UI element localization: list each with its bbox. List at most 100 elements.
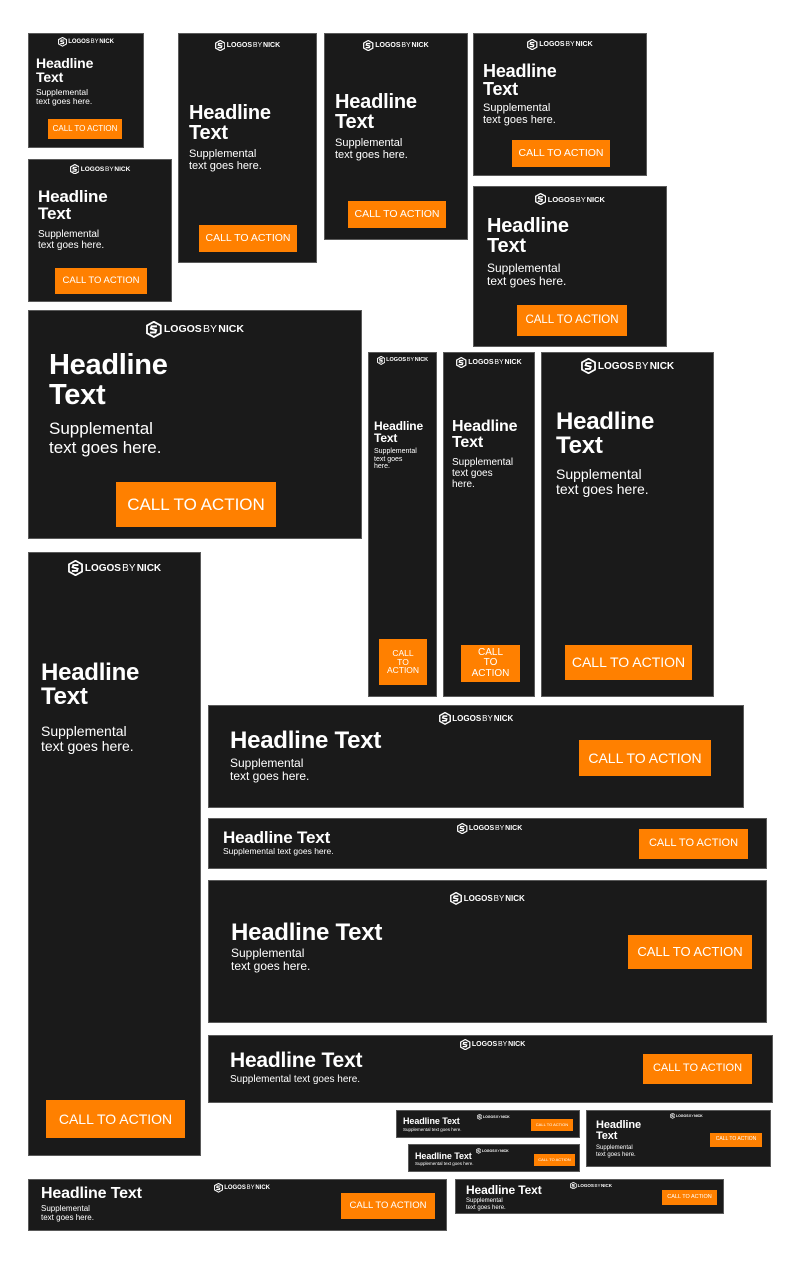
ad-banner-92x345: LOGOS BY NICK Headline Text Supplemental tex… bbox=[443, 352, 535, 697]
headline: Headline Text bbox=[41, 1185, 142, 1202]
call-to-action-button[interactable]: CALL TO ACTION bbox=[55, 268, 147, 294]
supplemental-text: Supplemental text goes here. bbox=[483, 102, 556, 127]
logo-text-by: BY bbox=[688, 1113, 694, 1118]
ad-banner-334x229: LOGOS BY NICK Headline Text Supplemental tex… bbox=[28, 310, 362, 539]
cta-label: CALL TO ACTION bbox=[538, 1156, 571, 1162]
logo-text-logos: LOGOS bbox=[597, 360, 634, 372]
logo-text-logos: LOGOS bbox=[468, 359, 494, 367]
logo-text-nick: NICK bbox=[218, 323, 244, 336]
headline: Headline Text bbox=[41, 659, 140, 711]
logo-text-by: BY bbox=[575, 194, 586, 204]
logo-text-nick: NICK bbox=[263, 42, 281, 50]
supplemental-text: Supplemental text goes here. bbox=[49, 419, 162, 457]
headline: Headline Text bbox=[487, 215, 569, 258]
call-to-action-button[interactable]: CALL TO ACTION bbox=[512, 140, 610, 167]
cta-label: CALL TO ACTION bbox=[652, 1062, 743, 1075]
ad-banner-174x143: LOGOS BY NICK Headline Text Supplemental tex… bbox=[473, 33, 647, 176]
call-to-action-button[interactable]: CALL TO ACTION bbox=[628, 935, 752, 969]
hexagon-s-logo-icon bbox=[527, 39, 538, 51]
headline: Headline Text bbox=[596, 1119, 641, 1143]
headline: Headline Text bbox=[230, 1049, 363, 1072]
logo-text-by: BY bbox=[635, 360, 649, 372]
logo-text-nick: NICK bbox=[575, 41, 593, 49]
cta-label: CALL TO ACTION bbox=[354, 207, 440, 220]
headline: Headline Text bbox=[230, 727, 382, 754]
logo-text-logos: LOGOS bbox=[163, 323, 202, 336]
call-to-action-button[interactable]: CALL TO ACTION bbox=[710, 1133, 762, 1147]
logo-text-logos: LOGOS bbox=[226, 42, 253, 50]
hexagon-s-logo-icon bbox=[456, 357, 467, 369]
hexagon-s-logo-icon bbox=[477, 1114, 483, 1120]
logo-text-nick: NICK bbox=[99, 38, 114, 45]
ad-banner-184x28: LOGOS BY NICK Headline Text Supplemental tex… bbox=[396, 1110, 580, 1138]
call-to-action-button[interactable]: CALL TO ACTION bbox=[199, 225, 297, 252]
logo-text-by: BY bbox=[498, 1041, 508, 1049]
cta-label: CALL TO ACTION bbox=[525, 314, 619, 327]
cta-label: CALL TO ACTION bbox=[62, 275, 140, 287]
supplemental-text: Supplemental text goes here. bbox=[487, 261, 567, 289]
logo: LOGOS BY NICK bbox=[209, 892, 766, 905]
supplemental-text: Supplemental text goes here. bbox=[223, 846, 334, 856]
call-to-action-button[interactable]: CALL TO ACTION bbox=[639, 829, 748, 859]
call-to-action-button[interactable]: CALL TO ACTION bbox=[534, 1154, 575, 1166]
supplemental-text: Supplemental text goes here. bbox=[452, 457, 514, 490]
cta-label: CALL TO ACTION bbox=[205, 231, 291, 244]
ad-banner-185x57: LOGOS BY NICK Headline Text Supplemental tex… bbox=[586, 1110, 771, 1167]
supplemental-text: Supplemental text goes here. bbox=[403, 1127, 462, 1132]
cta-label: CALL TO ACTION bbox=[349, 1200, 427, 1212]
logo: LOGOS BY NICK bbox=[444, 357, 534, 369]
supplemental-text: Supplemental text goes here. bbox=[556, 466, 649, 498]
hexagon-s-logo-icon bbox=[670, 1113, 676, 1119]
hexagon-s-logo-icon bbox=[438, 712, 451, 725]
logo-text-nick: NICK bbox=[586, 194, 605, 204]
supplemental-text: Supplemental text goes here. bbox=[230, 756, 310, 784]
headline: Headline Text bbox=[49, 349, 168, 411]
logo-text-nick: NICK bbox=[414, 357, 429, 364]
hexagon-s-logo-icon bbox=[69, 164, 80, 175]
logo-text-by: BY bbox=[104, 165, 114, 173]
call-to-action-button[interactable]: CALL TO ACTION bbox=[643, 1054, 752, 1084]
logo-text-by: BY bbox=[482, 713, 493, 723]
ad-banner-559x143: LOGOS BY NICK Headline Text Supplemental tex… bbox=[208, 880, 767, 1023]
logo-text-nick: NICK bbox=[255, 1184, 270, 1191]
ad-banner-173x345: LOGOS BY NICK Headline Text Supplemental tex… bbox=[541, 352, 714, 697]
logo: LOGOS BY NICK bbox=[209, 712, 743, 725]
ad-banner-144x143: LOGOS BY NICK Headline Text Supplemental tex… bbox=[28, 159, 172, 302]
headline: Headline Text bbox=[483, 61, 557, 100]
call-to-action-button[interactable]: CALL TO ACTION bbox=[531, 1119, 573, 1131]
logo-text-nick: NICK bbox=[504, 359, 522, 367]
logo-text-by: BY bbox=[252, 42, 263, 50]
logo-text-logos: LOGOS bbox=[547, 194, 575, 204]
ad-banner-173x604: LOGOS BY NICK Headline Text Supplemental tex… bbox=[28, 552, 201, 1156]
call-to-action-button[interactable]: CALL TO ACTION bbox=[461, 645, 520, 682]
call-to-action-button[interactable]: CALL TO ACTION bbox=[579, 740, 711, 776]
call-to-action-button[interactable]: CALL TO ACTION bbox=[341, 1193, 435, 1219]
ad-banner-139x230: LOGOS BY NICK Headline Text Supplemental tex… bbox=[178, 33, 317, 263]
logo: LOGOS BY NICK bbox=[214, 1183, 270, 1193]
ad-banner-536x103: LOGOS BY NICK Headline Text Supplemental tex… bbox=[208, 705, 744, 808]
logo: LOGOS BY NICK bbox=[474, 39, 646, 51]
call-to-action-button[interactable]: CALL TO ACTION bbox=[517, 305, 627, 336]
call-to-action-button[interactable]: CALL TO ACTION bbox=[379, 639, 427, 685]
logo: LOGOS BY NICK bbox=[542, 358, 713, 374]
ad-banner-172x28: LOGOS BY NICK Headline Text Supplemental tex… bbox=[408, 1144, 580, 1172]
ad-banner-565x68: LOGOS BY NICK Headline Text Supplemental tex… bbox=[208, 1035, 773, 1103]
logo-text-by: BY bbox=[203, 323, 218, 336]
call-to-action-button[interactable]: CALL TO ACTION bbox=[116, 482, 276, 527]
call-to-action-button[interactable]: CALL TO ACTION bbox=[348, 201, 446, 228]
headline: Headline Text bbox=[374, 419, 424, 446]
logo-text-nick: NICK bbox=[600, 1183, 612, 1189]
cta-label: CALL TO ACTION bbox=[52, 123, 118, 133]
hexagon-s-logo-icon bbox=[67, 560, 83, 576]
supplemental-text: Supplemental text goes here. bbox=[41, 1204, 94, 1222]
logo-text-logos: LOGOS bbox=[463, 893, 493, 903]
call-to-action-button[interactable]: CALL TO ACTION bbox=[565, 645, 692, 680]
call-to-action-button[interactable]: CALL TO ACTION bbox=[662, 1190, 717, 1205]
call-to-action-button[interactable]: CALL TO ACTION bbox=[48, 119, 122, 139]
cta-label: CALL TO ACTION bbox=[127, 494, 265, 514]
cta-label: CALL TO ACTION bbox=[715, 1136, 757, 1143]
call-to-action-button[interactable]: CALL TO ACTION bbox=[46, 1100, 185, 1138]
logo-text-by: BY bbox=[90, 38, 99, 45]
hexagon-s-logo-icon bbox=[450, 892, 463, 905]
logo-text-nick: NICK bbox=[411, 42, 429, 50]
